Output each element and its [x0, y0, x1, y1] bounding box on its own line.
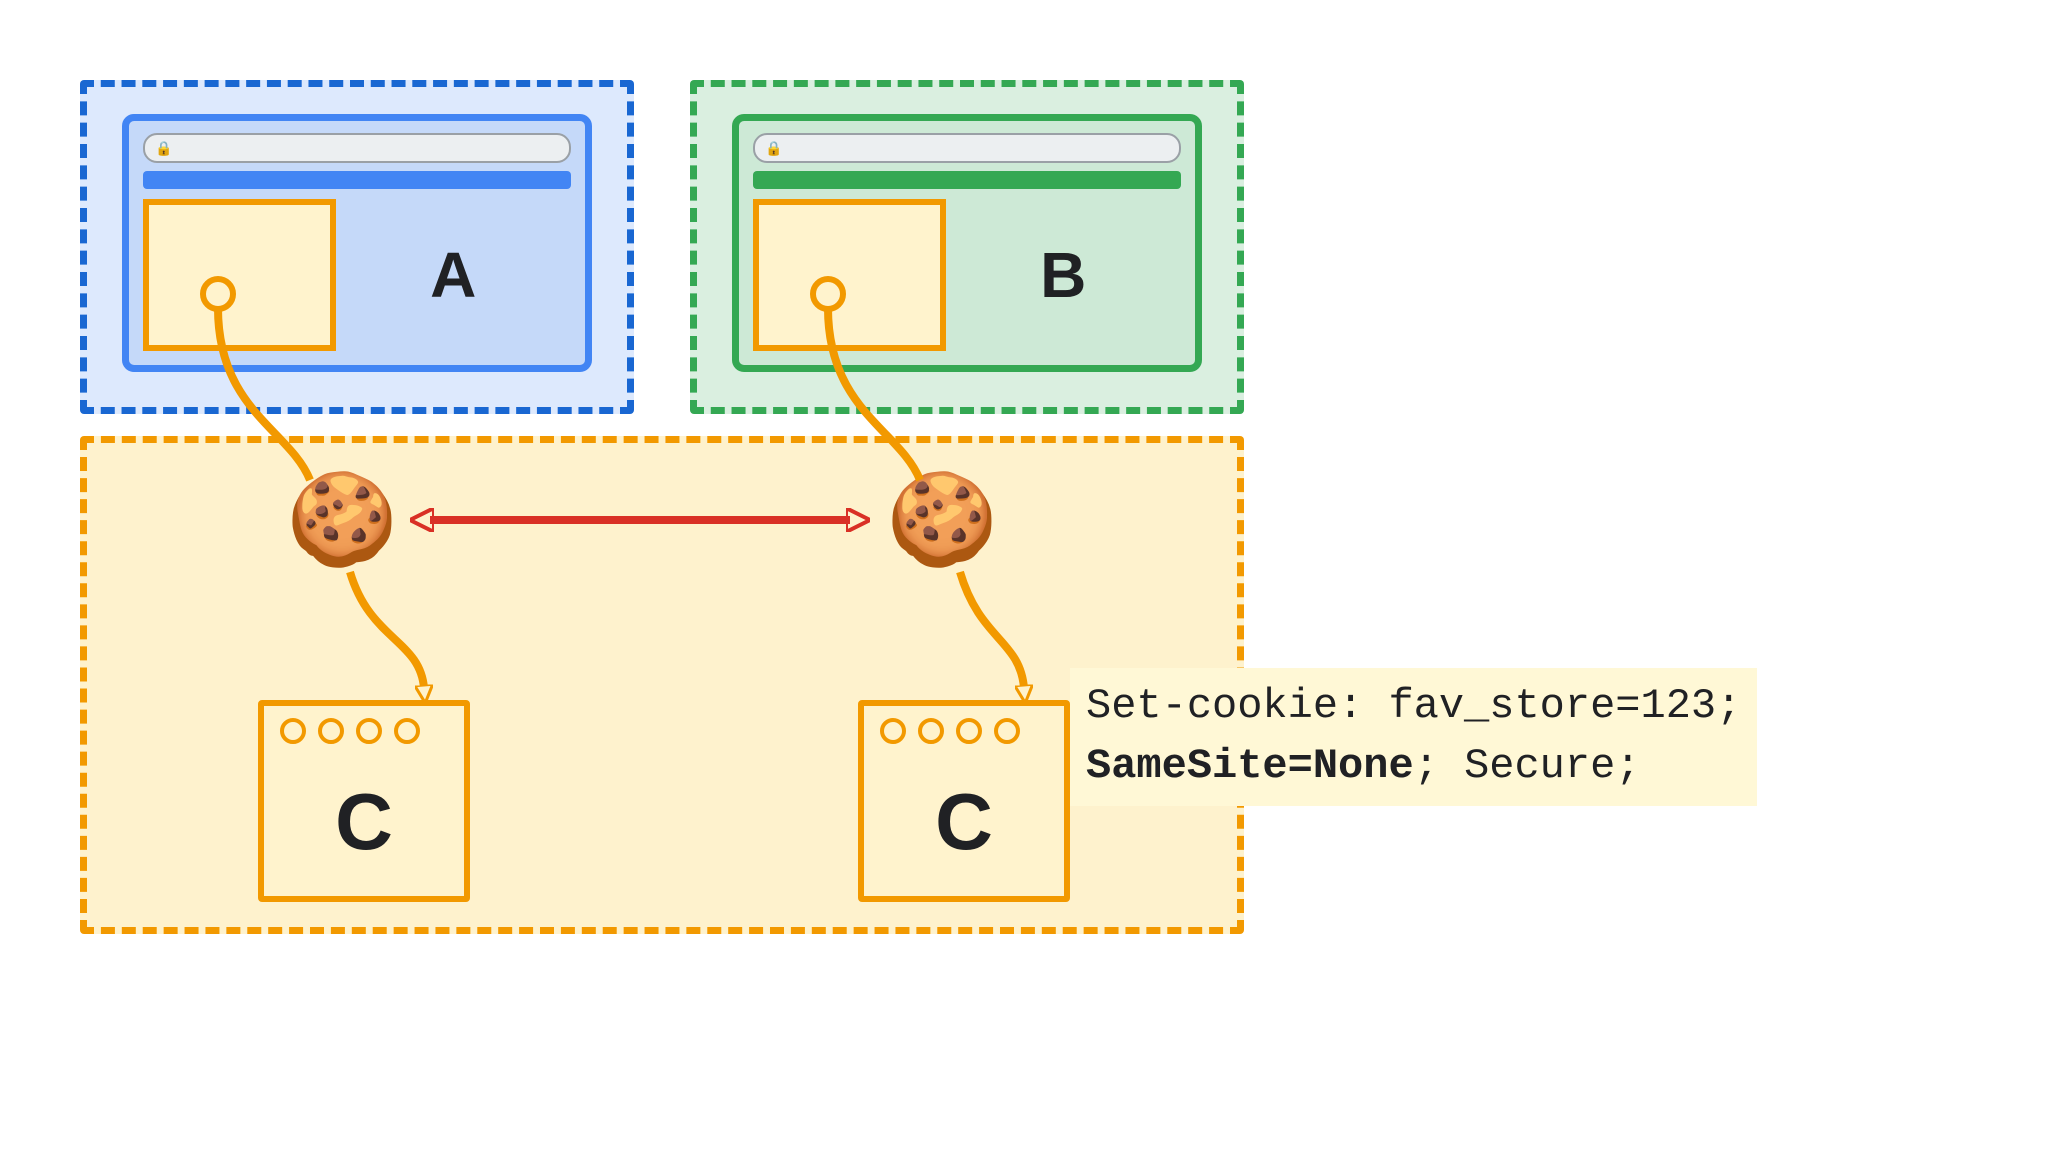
- site-b-label: B: [946, 199, 1181, 351]
- url-bar: 🔒: [753, 133, 1181, 163]
- iframe-site-c-in-b: [753, 199, 946, 351]
- window-dot: [956, 718, 982, 744]
- window-dot: [994, 718, 1020, 744]
- url-bar: 🔒: [143, 133, 571, 163]
- window-dot: [880, 718, 906, 744]
- iframe-site-c-in-a: [143, 199, 336, 351]
- lock-icon: 🔒: [155, 140, 172, 157]
- browser-window-a: 🔒 A: [122, 114, 592, 372]
- cookie-icon-left: 🍪: [286, 470, 386, 570]
- window-dots: [880, 718, 1020, 744]
- service-c-label: C: [264, 776, 464, 868]
- diagram-stage: 🔒 A 🔒 B 🍪 🍪 C: [0, 0, 2048, 1152]
- site-a-label: A: [336, 199, 571, 351]
- tab-strip: [143, 171, 571, 189]
- header-line1: Set-cookie: fav_store=123;: [1086, 682, 1741, 730]
- service-c-label: C: [864, 776, 1064, 868]
- window-dot: [394, 718, 420, 744]
- cookie-icon-right: 🍪: [886, 470, 986, 570]
- tab-strip: [753, 171, 1181, 189]
- set-cookie-header: Set-cookie: fav_store=123; SameSite=None…: [1070, 668, 1757, 806]
- header-rest: ; Secure;: [1414, 742, 1641, 790]
- window-dot: [356, 718, 382, 744]
- lock-icon: 🔒: [765, 140, 782, 157]
- window-dot: [318, 718, 344, 744]
- service-window-c-right: C: [858, 700, 1070, 902]
- service-window-c-left: C: [258, 700, 470, 902]
- window-dot: [918, 718, 944, 744]
- header-samesite: SameSite=None: [1086, 742, 1414, 790]
- browser-window-b: 🔒 B: [732, 114, 1202, 372]
- window-dot: [280, 718, 306, 744]
- iframe-anchor-b: [810, 276, 846, 312]
- iframe-anchor-a: [200, 276, 236, 312]
- window-dots: [280, 718, 420, 744]
